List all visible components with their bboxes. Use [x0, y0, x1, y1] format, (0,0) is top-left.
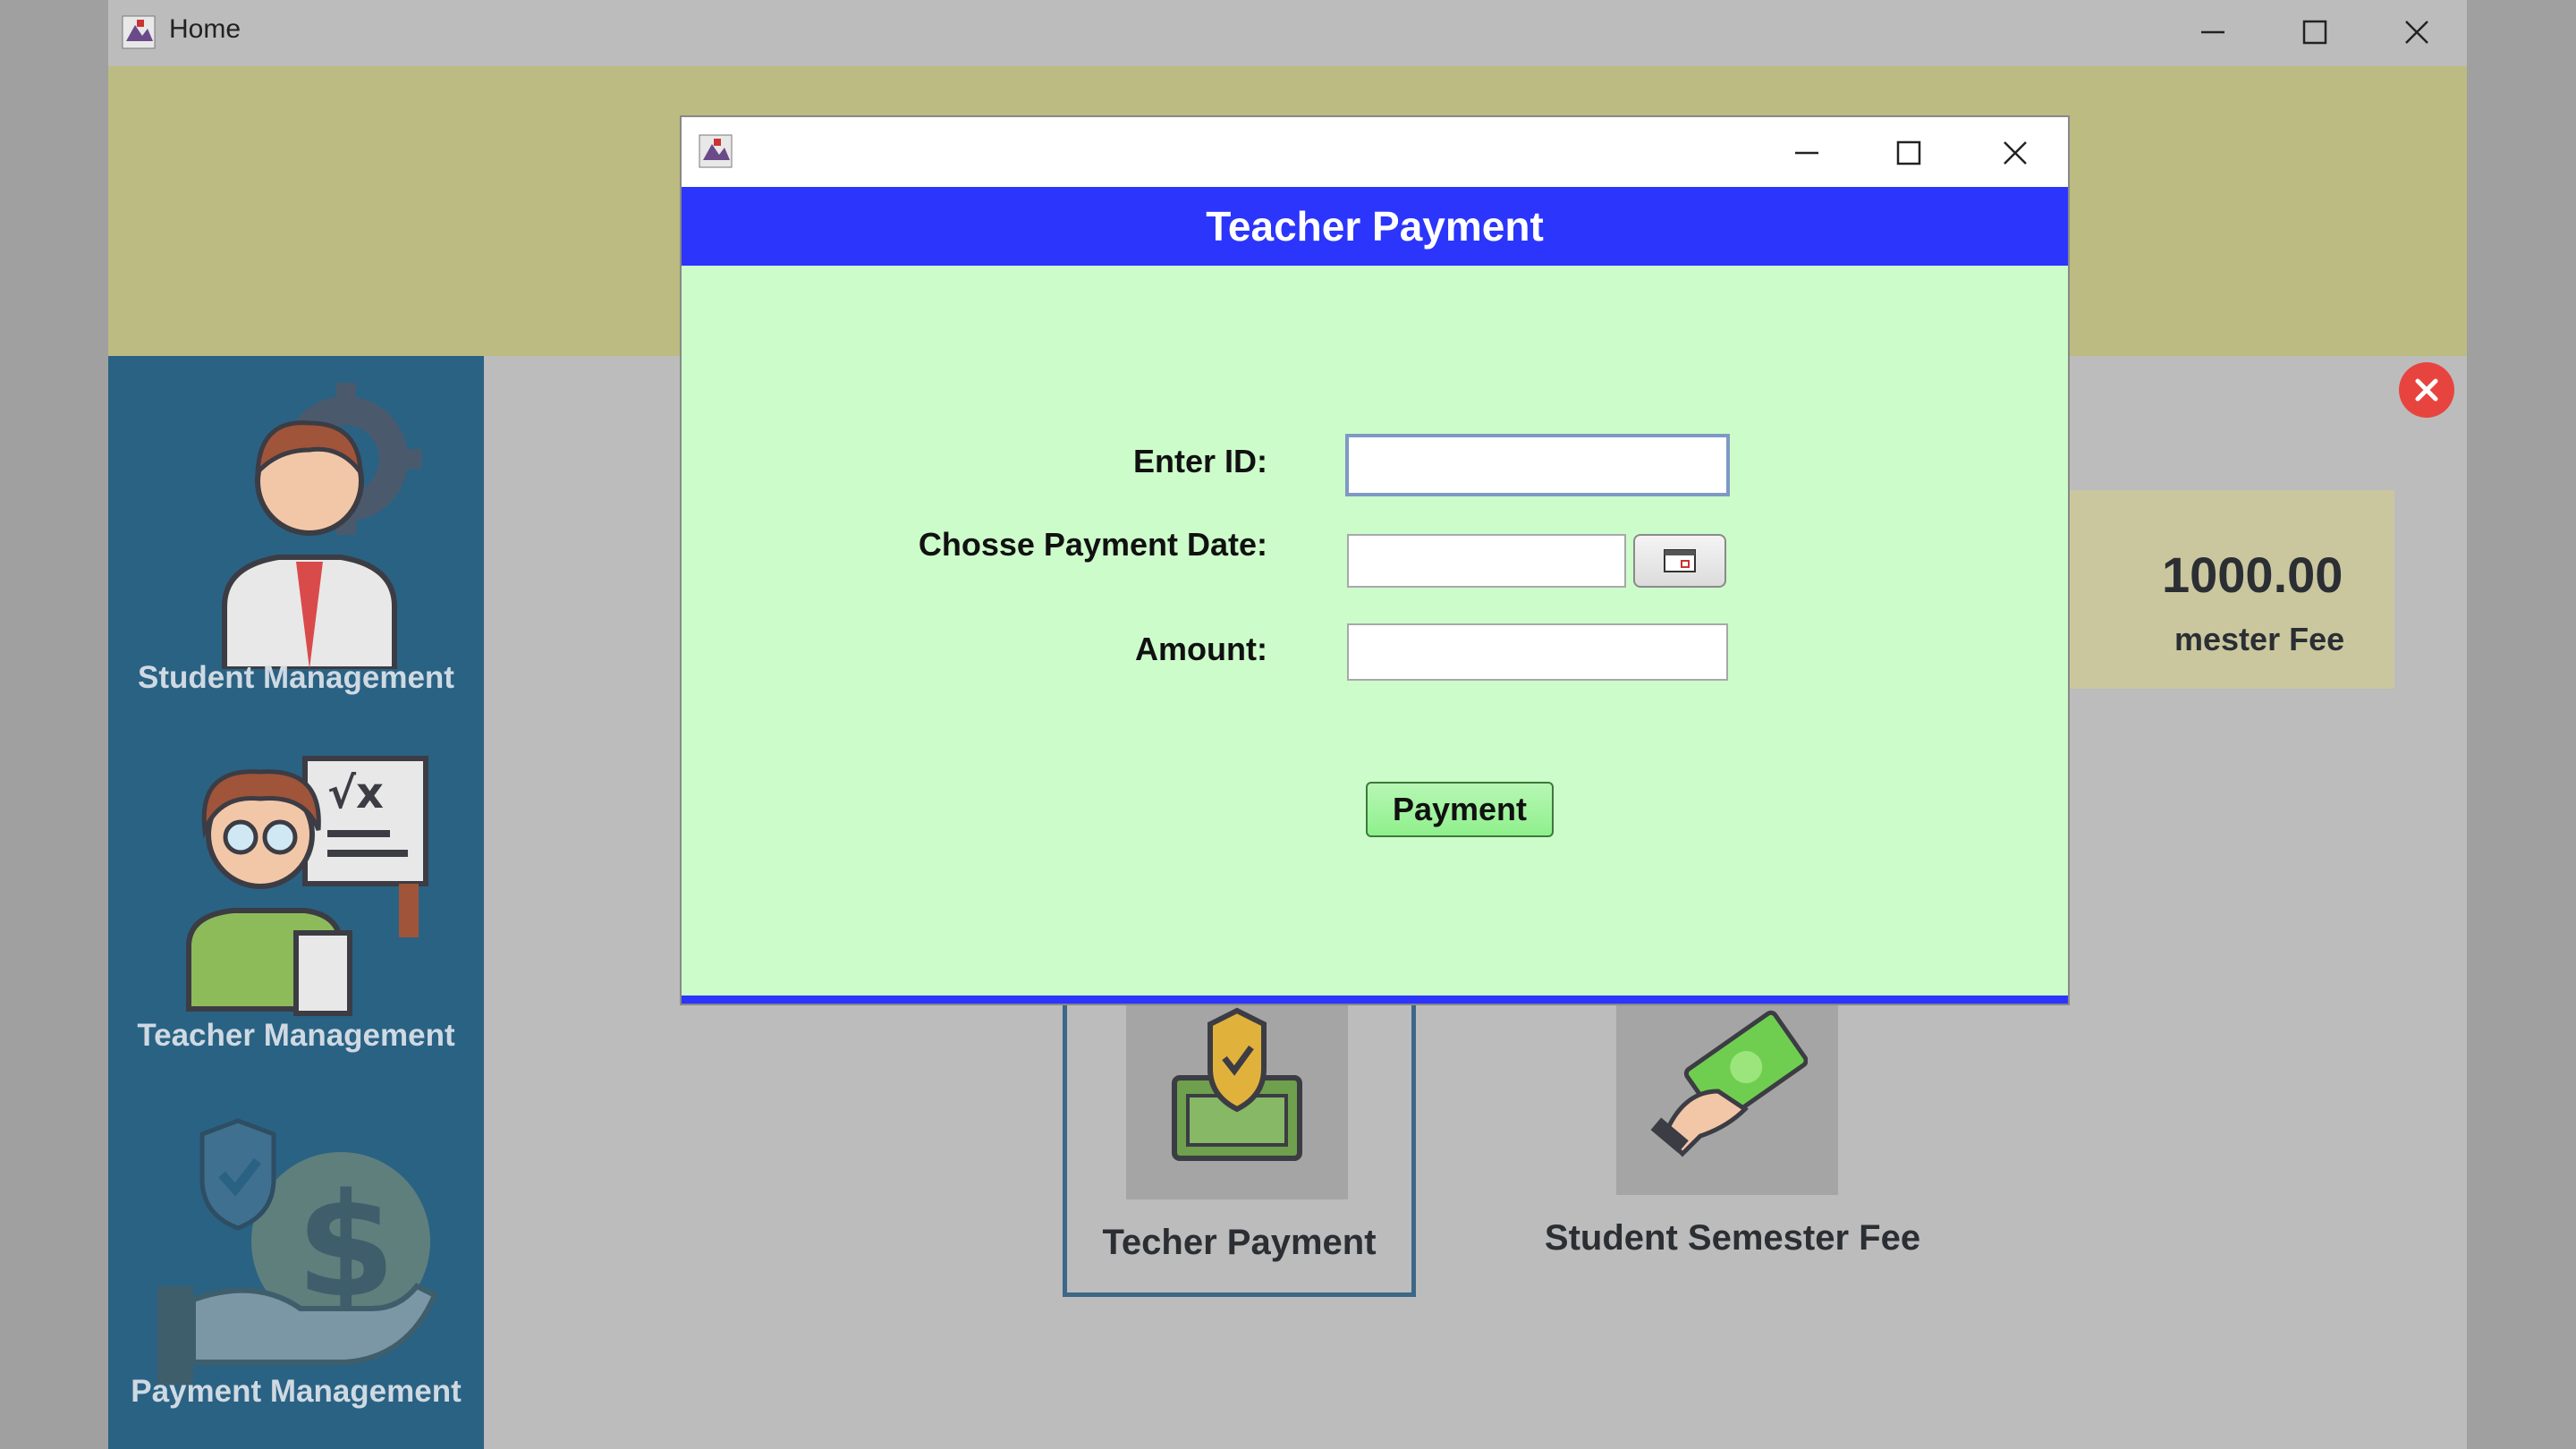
tile-icon-box — [1126, 988, 1348, 1199]
calendar-icon — [1664, 549, 1696, 572]
sidebar: Student Management √x Teacher Management… — [108, 356, 484, 1449]
close-panel-button[interactable] — [2399, 362, 2454, 418]
close-icon — [2415, 378, 2438, 402]
window-title: Home — [169, 14, 242, 44]
sidebar-item-payment-management[interactable]: $ Payment Management — [108, 1098, 484, 1449]
dialog-maximize-button[interactable] — [1864, 128, 1953, 178]
minimize-icon — [2201, 30, 2224, 34]
teacher-payment-dialog: Teacher Payment Enter ID: Chosse Payment… — [682, 117, 2068, 1004]
sidebar-item-label: Student Management — [138, 660, 454, 695]
maximize-icon — [1896, 140, 1921, 165]
close-window-button[interactable] — [2372, 7, 2462, 57]
amount-input[interactable] — [1347, 623, 1728, 681]
payment-button[interactable]: Payment — [1366, 782, 1554, 837]
dialog-bottom-border — [682, 996, 2068, 1004]
semester-fee-total: 1000.00 — [2162, 547, 2343, 603]
close-icon — [2405, 21, 2428, 44]
window-titlebar: Home — [108, 0, 2467, 66]
payment-management-icon: $ — [157, 1118, 438, 1385]
dialog-close-button[interactable] — [1970, 128, 2060, 178]
dialog-titlebar — [682, 117, 2068, 187]
id-label: Enter ID: — [1132, 443, 1267, 479]
java-app-icon — [122, 15, 156, 49]
semester-fee-label: mester Fee — [2174, 621, 2345, 657]
tile-label: Student Semester Fee — [1544, 1218, 1921, 1258]
dialog-minimize-button[interactable] — [1762, 128, 1852, 178]
maximize-icon — [2302, 20, 2327, 45]
payment-date-input[interactable] — [1347, 534, 1626, 588]
sidebar-item-label: Teacher Management — [137, 1018, 455, 1053]
teacher-management-icon: √x — [186, 756, 428, 1016]
sidebar-item-label: Payment Management — [131, 1374, 462, 1409]
tile-student-semester-fee[interactable]: Student Semester Fee — [1509, 984, 1956, 1297]
svg-text:√x: √x — [327, 768, 384, 818]
date-picker-button[interactable] — [1633, 534, 1726, 588]
shield-money-icon — [1172, 1007, 1302, 1161]
sidebar-item-teacher-management[interactable]: √x Teacher Management — [108, 741, 484, 1080]
svg-text:$: $ — [296, 1162, 395, 1329]
hand-cash-icon — [1650, 1010, 1808, 1157]
dialog-header: Teacher Payment — [682, 187, 2068, 266]
sidebar-item-student-management[interactable]: Student Management — [108, 356, 484, 714]
minimize-icon — [1795, 151, 1818, 155]
payment-date-label: Chosse Payment Date: — [918, 526, 1267, 563]
tile-icon-box — [1616, 984, 1838, 1195]
tile-label: Techer Payment — [1102, 1223, 1377, 1262]
id-input[interactable] — [1345, 434, 1730, 496]
tile-teacher-payment[interactable]: Techer Payment — [1063, 984, 1416, 1297]
close-icon — [2004, 141, 2027, 165]
java-app-icon — [699, 134, 733, 168]
minimize-button[interactable] — [2168, 7, 2258, 57]
maximize-button[interactable] — [2270, 7, 2360, 57]
student-management-icon — [222, 383, 421, 669]
amount-label: Amount: — [1135, 631, 1267, 667]
